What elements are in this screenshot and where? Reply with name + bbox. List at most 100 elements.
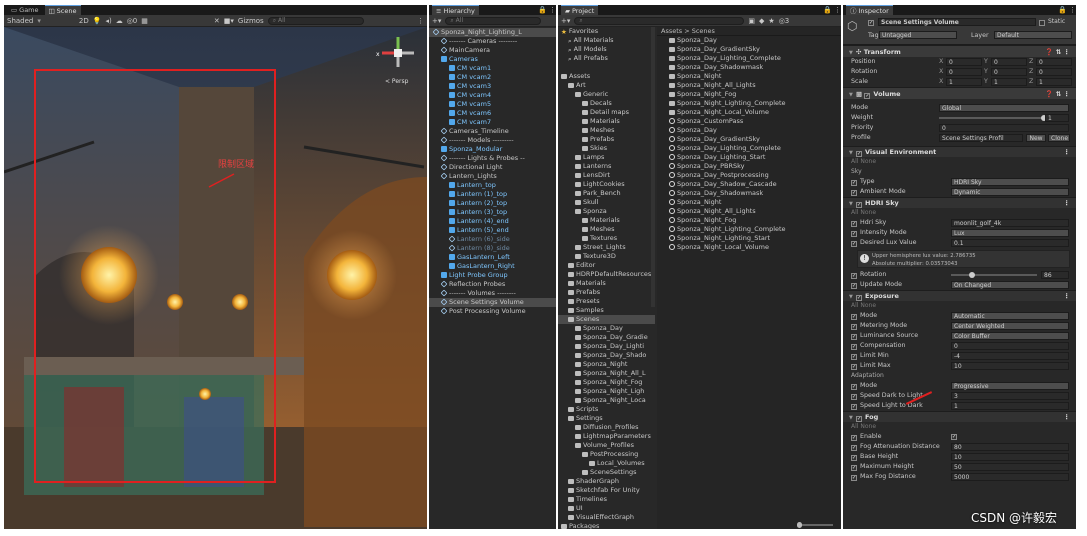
create-plus-icon[interactable]: +▾	[561, 17, 570, 25]
override-checkbox[interactable]: ✓	[851, 221, 857, 227]
lock-icon[interactable]: 🔒	[1058, 6, 1067, 14]
hierarchy-item[interactable]: Sponza_Night_Lighting_L	[429, 28, 556, 37]
shading-dropdown[interactable]: Shaded	[7, 17, 33, 25]
folder-tree-item[interactable]: Sponza_Night_Ligh	[558, 387, 655, 396]
hierarchy-item[interactable]: Directional Light	[429, 163, 556, 172]
folder-tree-item[interactable]: Skies	[558, 144, 655, 153]
fog-enable-checkbox[interactable]: ✓	[951, 434, 957, 440]
transform-pos-y[interactable]: 0	[991, 58, 1027, 66]
limit-max-value[interactable]: 10	[951, 362, 1069, 370]
ambient-mode-value[interactable]: Dynamic	[951, 188, 1069, 196]
hierarchy-item[interactable]: Lantern (1)_top	[429, 190, 556, 199]
hierarchy-item[interactable]: GasLantern_Left	[429, 253, 556, 262]
file-item[interactable]: Sponza_Night	[669, 72, 841, 81]
folder-tree-item[interactable]: Texture3D	[558, 252, 655, 261]
folder-tree-item[interactable]: Prefabs	[558, 135, 655, 144]
zoom-slider[interactable]	[797, 522, 833, 528]
file-item[interactable]: Sponza_Night_Fog	[669, 90, 841, 99]
override-checkbox[interactable]: ✓	[851, 384, 857, 390]
hierarchy-item[interactable]: Post Processing Volume	[429, 307, 556, 316]
folder-tree-item[interactable]: Lanterns	[558, 162, 655, 171]
hierarchy-item[interactable]: CM vcam1	[429, 64, 556, 73]
hierarchy-item[interactable]: CM vcam5	[429, 100, 556, 109]
update-mode-value[interactable]: On Changed	[951, 281, 1069, 289]
folder-tree-item[interactable]: Detail maps	[558, 108, 655, 117]
volume-enabled-checkbox[interactable]: ✓	[864, 93, 871, 99]
all-none-toggle[interactable]: All None	[843, 157, 1076, 167]
hierarchy-item[interactable]: CM vcam6	[429, 109, 556, 118]
filter-label-icon[interactable]: ◆	[759, 17, 764, 25]
desired-lux-value[interactable]: 0.1	[951, 239, 1069, 247]
menu-icon[interactable]: ⋮	[1064, 291, 1071, 302]
override-checkbox[interactable]: ✓	[851, 354, 857, 360]
folder-tree-item[interactable]: PostProcessing	[558, 450, 655, 459]
folder-tree-item[interactable]: Settings	[558, 414, 655, 423]
folder-tree-item[interactable]: Art	[558, 81, 655, 90]
hierarchy-item[interactable]: Lantern (5)_end	[429, 226, 556, 235]
create-plus-icon[interactable]: +▾	[432, 17, 441, 25]
object-name-field[interactable]: Scene Settings Volume	[878, 18, 1036, 26]
folder-tree-item[interactable]: Textures	[558, 234, 655, 243]
hierarchy-item[interactable]: CM vcam4	[429, 91, 556, 100]
override-checkbox[interactable]: ✓	[851, 465, 857, 471]
tab-game[interactable]: ▭ Game	[7, 5, 43, 15]
file-item[interactable]: Sponza_Day_Lighting_Start	[669, 153, 841, 162]
none-link[interactable]: None	[860, 209, 876, 216]
file-item[interactable]: Sponza_Day	[669, 126, 841, 135]
lighting-icon[interactable]: 💡	[93, 17, 102, 25]
file-item[interactable]: Sponza_Night_Local_Volume	[669, 108, 841, 117]
transform-header[interactable]: ▼ ✣ Transform ❓ ⇅ ⋮	[843, 45, 1076, 57]
none-link[interactable]: None	[860, 158, 876, 165]
speed-light-to-dark-value[interactable]: 1	[951, 402, 1069, 410]
scene-render[interactable]: 限制区域 x < Persp	[4, 27, 427, 529]
hierarchy-item[interactable]: Lantern (8)_side	[429, 244, 556, 253]
max-fog-distance-value[interactable]: 5000	[951, 473, 1069, 481]
audio-icon[interactable]: ◂)	[105, 17, 111, 25]
tab-hierarchy[interactable]: ≡ Hierarchy	[432, 5, 479, 15]
override-checkbox[interactable]: ✓	[851, 231, 857, 237]
metering-mode-value[interactable]: Center Weighted	[951, 322, 1069, 330]
override-checkbox[interactable]: ✓	[851, 455, 857, 461]
hierarchy-item[interactable]: Lantern_Lights	[429, 172, 556, 181]
lock-icon[interactable]: 🔒	[823, 6, 832, 14]
layer-dropdown[interactable]: Default	[994, 31, 1072, 39]
transform-scl-x[interactable]: 1	[946, 78, 982, 86]
hdri-sky-header[interactable]: ▼ ✓ HDRI Sky ⋮	[843, 197, 1076, 208]
folder-tree-item[interactable]: Sponza_Night	[558, 360, 655, 369]
persp-label[interactable]: < Persp	[385, 78, 409, 85]
folder-tree-item[interactable]: Sponza	[558, 207, 655, 216]
foldout-icon[interactable]: ▼	[849, 148, 856, 159]
folder-tree-item[interactable]: SceneSettings	[558, 468, 655, 477]
maximum-height-value[interactable]: 50	[951, 463, 1069, 471]
camera-icon[interactable]: ■▾	[224, 17, 234, 25]
hierarchy-item[interactable]: CM vcam7	[429, 118, 556, 127]
folder-tree-item[interactable]: Sponza_Day_Lighti	[558, 342, 655, 351]
folder-tree-item[interactable]: Sketchfab For Unity	[558, 486, 655, 495]
fog-header[interactable]: ▼ ✓ Fog ⋮	[843, 411, 1076, 422]
override-checkbox[interactable]: ✓	[851, 344, 857, 350]
effects-icon[interactable]: ☁	[116, 17, 123, 25]
transform-pos-x[interactable]: 0	[946, 58, 982, 66]
fog-attenuation-distance-value[interactable]: 80	[951, 443, 1069, 451]
section-enabled-checkbox[interactable]: ✓	[856, 416, 862, 422]
override-checkbox[interactable]: ✓	[851, 445, 857, 451]
section-enabled-checkbox[interactable]: ✓	[856, 202, 862, 208]
file-item[interactable]: Sponza_Day_Shadowmask	[669, 189, 841, 198]
foldout-icon[interactable]: ▼	[849, 292, 856, 303]
hierarchy-item[interactable]: ------- Lights & Probes --	[429, 154, 556, 163]
override-checkbox[interactable]: ✓	[851, 273, 857, 279]
hierarchy-item[interactable]: ------- Volumes --------	[429, 289, 556, 298]
menu-icon[interactable]: ⋮	[1064, 412, 1071, 423]
foldout-icon[interactable]: ▼	[849, 413, 856, 424]
exposure-mode-value[interactable]: Automatic	[951, 312, 1069, 320]
clone-profile-button[interactable]: Clone	[1048, 134, 1070, 142]
folder-tree-item[interactable]: Presets	[558, 297, 655, 306]
folder-tree-item[interactable]: Prefabs	[558, 288, 655, 297]
transform-rot-z[interactable]: 0	[1036, 68, 1072, 76]
file-item[interactable]: Sponza_Night_Lighting_Complete	[669, 225, 841, 234]
hierarchy-item[interactable]: CM vcam3	[429, 82, 556, 91]
folder-tree-item[interactable]: ⌕ All Models	[558, 45, 655, 54]
scene-menu-icon[interactable]: ⋮	[417, 17, 424, 25]
project-search-input[interactable]: ⌕	[574, 16, 745, 25]
section-enabled-checkbox[interactable]: ✓	[856, 295, 862, 301]
